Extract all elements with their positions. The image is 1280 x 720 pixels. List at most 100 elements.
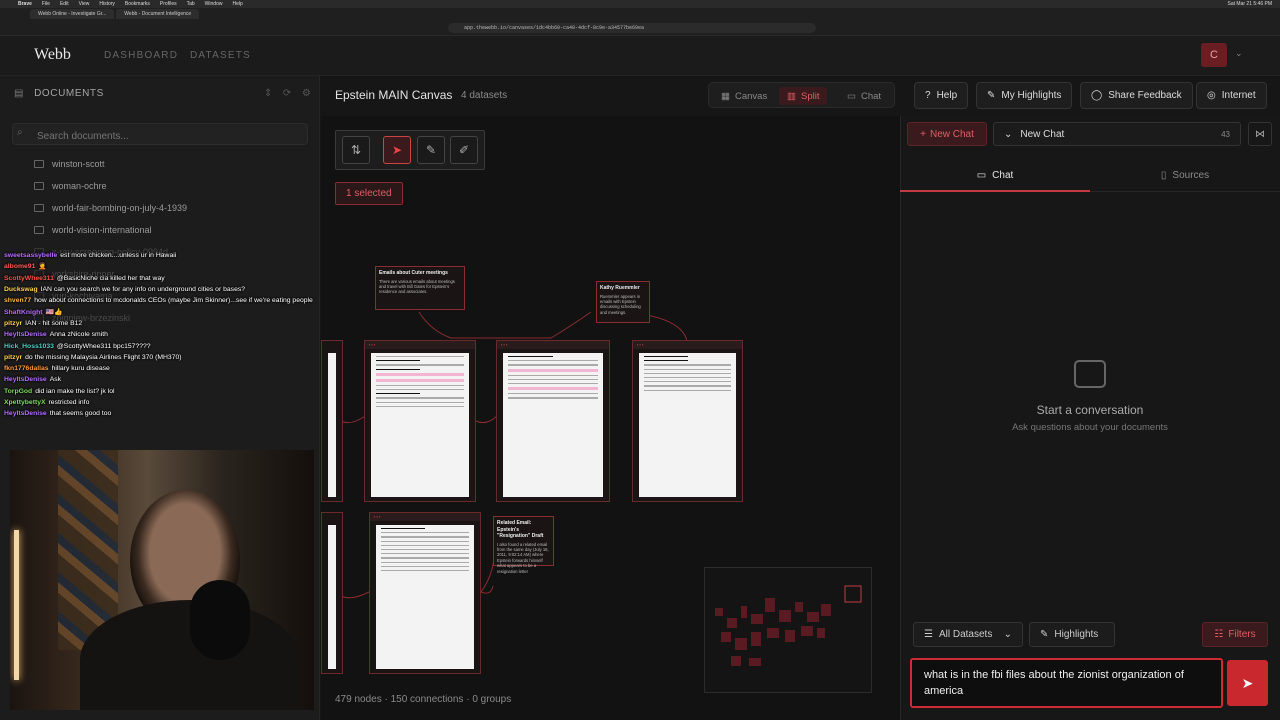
chat-text: 🤦 [38,263,47,271]
documents-title: DOCUMENTS [34,88,104,99]
stream-chat-message: ScottyWhee311 @BasicNiche cia killed her … [4,275,316,282]
refresh-icon[interactable]: ⟳ [283,88,292,99]
grid-icon: ▦ [721,90,730,102]
document-card[interactable]: ▪ ▪ ▪ [496,340,610,502]
browser-tab[interactable]: Webb - Document Intelligence [116,9,200,19]
minimap-graphic [715,585,862,666]
folder-item[interactable]: world-fair-bombing-on-july-4-1939 [34,203,187,213]
document-card[interactable] [321,340,343,502]
chat-username: Duckswag [4,285,38,293]
mac-menu-item[interactable]: View [79,1,90,7]
chat-text: did ian make the list? jk lol [35,387,115,395]
document-card[interactable] [321,512,343,674]
folder-item[interactable]: world-vision-international [34,225,152,235]
document-card[interactable]: ▪ ▪ ▪ [364,340,476,502]
note-body: There are various emails about meetings … [379,278,455,295]
document-card-header: ▪ ▪ ▪ [365,341,475,349]
mac-menu-item[interactable]: Window [205,1,223,7]
document-card[interactable]: ▪ ▪ ▪ [632,340,743,502]
browser-tab[interactable]: Webb Online - Investigate Gr... [30,9,115,19]
filters-label: Filters [1228,629,1256,640]
document-card[interactable]: ▪ ▪ ▪ [369,512,481,674]
mac-menu-item[interactable]: Help [232,1,242,7]
chat-message-input[interactable] [910,658,1223,708]
url-bar[interactable]: app.thewebb.io/canvases/1dc4bb60-ca40-4d… [448,23,816,33]
split-icon: ▥ [787,90,796,102]
nav-dashboard[interactable]: DASHBOARD [104,50,178,61]
mac-clock: Sat Mar 21 5:46 PM [1227,1,1272,7]
chat-text: hillary kuru disease [51,365,110,373]
document-card-header: ▪ ▪ ▪ [497,341,609,349]
folder-icon [34,182,44,190]
mac-menu-item[interactable]: History [99,1,115,7]
stream-chat-message: Duckswag IAN can you search we for any in… [4,286,316,293]
send-icon[interactable]: ➤ [1227,660,1268,706]
settings-icon[interactable]: ⚙ [302,88,312,99]
stream-chat-message: sweetsassybelle est more chicken....unles… [4,252,316,259]
mac-menu-item[interactable]: Bookmarks [125,1,150,7]
mac-menu-item[interactable]: Brave [18,1,32,7]
nav-datasets[interactable]: DATASETS [190,50,251,61]
chat-session-select[interactable]: ⌄ New Chat 43 [993,122,1241,146]
app-logo[interactable]: Webb [34,46,71,64]
note-title: Kathy Ruemmler [600,285,640,291]
canvas-note-card[interactable]: Kathy Ruemmler Ruemmler appears in email… [596,281,650,323]
chat-username: Hick_Hoss1033 [4,342,54,350]
mac-menu-item[interactable]: Edit [60,1,69,7]
document-card-header: ▪ ▪ ▪ [633,341,742,349]
folder-item[interactable]: woman-ochre [34,181,107,191]
new-chat-button[interactable]: + New Chat [907,122,987,146]
tab-chat-panel-label: Chat [992,169,1014,181]
book-icon: ▯ [1160,170,1167,181]
chat-username: sweetsassybelle [4,252,58,259]
tab-split-label: Split [800,90,820,102]
my-highlights-button[interactable]: ✎ My Highlights [976,82,1073,109]
help-button[interactable]: ? Help [914,82,969,109]
chat-username: TorpGod [4,387,33,395]
note-body: Ruemmler appears in emails with Epstein … [600,293,641,315]
chat-text: Ask [49,376,62,384]
microphone [190,580,250,660]
help-label: Help [936,90,958,101]
tab-chat[interactable]: ▭ Chat [839,87,889,105]
share-feedback-label: Share Feedback [1108,90,1182,101]
sort-icon[interactable]: ⇕ [264,88,273,99]
tab-split[interactable]: ▥ Split [779,87,828,105]
folder-item[interactable]: winston-scott [34,159,105,169]
canvas-note-card[interactable]: Related Email: Epstein's "Resignation" D… [493,516,554,574]
help-icon: ? [925,90,931,101]
share-feedback-button[interactable]: ◯ Share Feedback [1080,82,1193,109]
highlights-label: Highlights [1054,629,1099,640]
webcam-feed [10,450,314,710]
canvas-minimap[interactable] [704,567,872,693]
mac-menu-item[interactable]: Tab [187,1,195,7]
stream-chat-overlay: sweetsassybelle est more chicken....unles… [0,252,316,450]
tab-sources[interactable]: ▯ Sources [1090,160,1280,192]
folder-icon [34,226,44,234]
internet-button[interactable]: ◎ Internet [1196,82,1267,109]
empty-state-title: Start a conversation [1036,403,1144,417]
filters-button[interactable]: ☷ Filters [1202,622,1268,647]
documents-search-input[interactable] [12,123,308,145]
chat-username: HeyItsDenise [4,410,47,418]
tab-canvas[interactable]: ▦ Canvas [713,87,775,105]
search-icon: ⌕ [17,127,23,138]
conversation-icon [1074,360,1106,388]
stream-chat-message: HeyItsDenise that seems good too [4,410,316,417]
dataset-count: 4 datasets [461,90,508,101]
tab-chat-panel[interactable]: ▭ Chat [900,160,1090,192]
user-avatar[interactable]: C [1201,43,1227,67]
mac-menu-item[interactable]: Profiles [160,1,177,7]
highlights-button[interactable]: ✎ Highlights [1029,622,1115,647]
sidebar-toggle-icon[interactable]: ▤ [14,88,24,99]
dataset-filter-select[interactable]: ☰ All Datasets ⌄ [913,622,1023,647]
chevron-down-icon[interactable]: ⌄ [1235,48,1243,59]
stream-chat-message: pitzyr IAN - hit some B12 [4,320,316,327]
chevron-down-icon: ⌄ [1004,128,1013,140]
chat-username: ShaftKnight [4,308,43,316]
share-icon[interactable]: ⋈ [1248,122,1272,146]
document-card-header: ▪ ▪ ▪ [370,513,480,521]
database-icon: ☰ [924,629,933,640]
canvas-note-card[interactable]: Emails about Cuter meetings There are va… [375,266,465,310]
mac-menu-item[interactable]: File [42,1,50,7]
